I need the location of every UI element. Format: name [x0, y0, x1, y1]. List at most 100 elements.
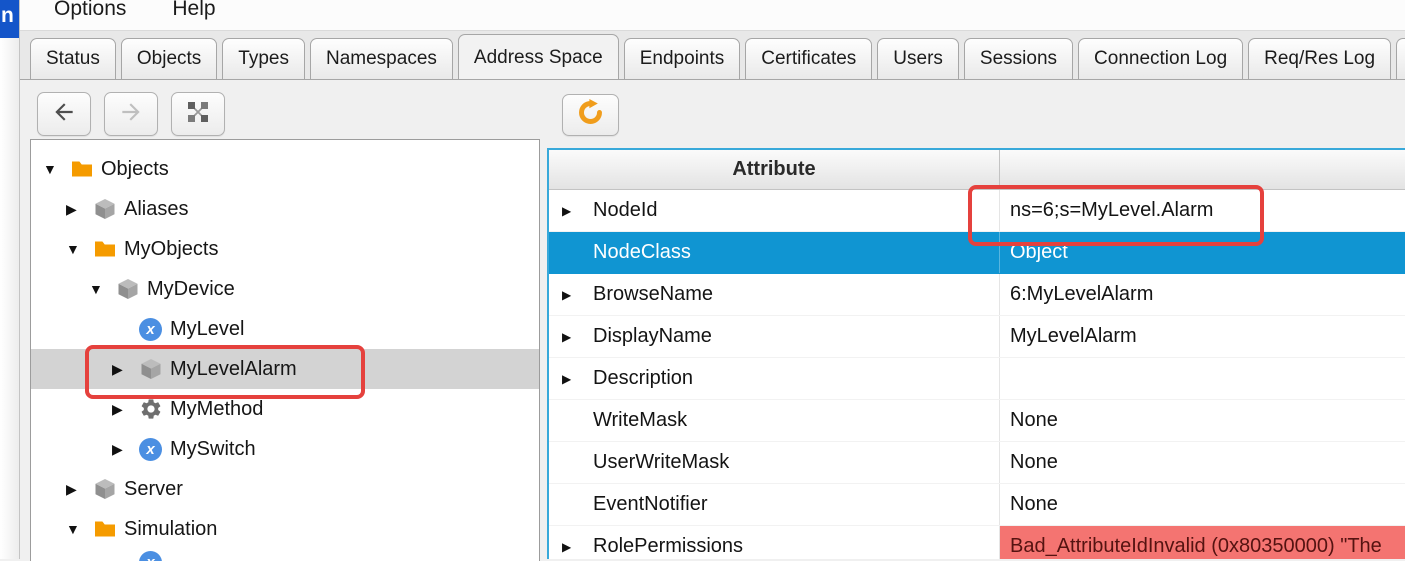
tree-item-mymethod[interactable]: ▶ MyMethod [31, 389, 539, 429]
tab-objects[interactable]: Objects [121, 38, 217, 79]
attributes-toolbar [562, 94, 619, 136]
attribute-value: MyLevelAlarm [1010, 325, 1137, 348]
expander-collapsed-icon[interactable]: ▶ [549, 204, 593, 218]
tree-item-label: Aliases [124, 198, 188, 221]
attribute-name: RolePermissions [593, 535, 743, 558]
attribute-name-cell: NodeClass [549, 232, 1000, 273]
tree-item-partial[interactable]: x [31, 549, 539, 561]
refresh-icon [577, 99, 604, 131]
forward-button[interactable] [104, 92, 158, 136]
expander-collapsed-icon[interactable]: ▶ [66, 201, 93, 218]
tab-users[interactable]: Users [877, 38, 959, 79]
tab-namespaces[interactable]: Namespaces [310, 38, 453, 79]
refresh-button[interactable] [562, 94, 619, 136]
attribute-name: BrowseName [593, 283, 713, 306]
attribute-row-displayname[interactable]: ▶DisplayNameMyLevelAlarm [549, 316, 1405, 358]
expander-collapsed-icon[interactable]: ▶ [549, 330, 593, 344]
attribute-column-header-label: Attribute [732, 158, 815, 181]
tree-item-mylevel[interactable]: xMyLevel [31, 309, 539, 349]
tab-label: Certificates [761, 48, 856, 70]
tree-item-server[interactable]: ▶Server [31, 469, 539, 509]
attribute-value-cell: Bad_AttributeIdInvalid (0x80350000) "The [1000, 526, 1405, 559]
attribute-row-writemask[interactable]: WriteMaskNone [549, 400, 1405, 442]
attribute-name: NodeClass [593, 241, 691, 264]
arrow-right-icon [118, 99, 144, 130]
attribute-row-userwritemask[interactable]: UserWriteMaskNone [549, 442, 1405, 484]
tree-item-aliases[interactable]: ▶ Aliases [31, 189, 539, 229]
tab-status[interactable]: Status [30, 38, 116, 79]
show-references-button[interactable] [171, 92, 225, 136]
tab-types[interactable]: Types [222, 38, 305, 79]
address-space-tree: ▼Objects▶Aliases▼MyObjects▼MyDevicexMyLe… [31, 140, 539, 561]
menu-bar: Options Help [20, 0, 1405, 31]
arrow-left-icon [51, 99, 77, 130]
attribute-row-browsename[interactable]: ▶BrowseName 6:MyLevelAlarm [549, 274, 1405, 316]
attribute-row-eventnotifier[interactable]: EventNotifierNone [549, 484, 1405, 526]
expander-collapsed-icon[interactable]: ▶ [112, 361, 139, 378]
expander-collapsed-icon[interactable]: ▶ [112, 441, 139, 458]
tab-partial[interactable] [1396, 38, 1405, 79]
expander-expanded-icon[interactable]: ▼ [66, 521, 93, 537]
tab-endpoints[interactable]: Endpoints [624, 38, 741, 79]
attribute-row-nodeid[interactable]: ▶NodeId ns=6;s=MyLevel.Alarm [549, 190, 1405, 232]
background-window-strip: n [0, 0, 20, 559]
attribute-row-description[interactable]: ▶Description [549, 358, 1405, 400]
tab-label: Namespaces [326, 48, 437, 70]
tree-item-label: MyLevel [170, 318, 244, 341]
tab-certificates[interactable]: Certificates [745, 38, 872, 79]
attribute-value-cell: None [1000, 484, 1405, 525]
attribute-name-cell: UserWriteMask [549, 442, 1000, 483]
tab-req-res-log[interactable]: Req/Res Log [1248, 38, 1391, 79]
attribute-name: NodeId [593, 199, 658, 222]
tree-item-label: MyDevice [147, 278, 235, 301]
tab-label: Req/Res Log [1264, 48, 1375, 70]
tree-item-simulation[interactable]: ▼Simulation [31, 509, 539, 549]
tab-label: Users [893, 48, 943, 70]
content-area: ▼Objects▶Aliases▼MyObjects▼MyDevicexMyLe… [20, 80, 1405, 559]
expander-collapsed-icon[interactable]: ▶ [549, 372, 593, 386]
attribute-name: UserWriteMask [593, 451, 729, 474]
tree-item-label: MyMethod [170, 398, 263, 421]
tab-connection-log[interactable]: Connection Log [1078, 38, 1243, 79]
attribute-value-cell: Object [1000, 232, 1405, 273]
expander-collapsed-icon[interactable]: ▶ [112, 401, 139, 418]
expander-expanded-icon[interactable]: ▼ [89, 281, 116, 297]
tree-item-myobjects[interactable]: ▼MyObjects [31, 229, 539, 269]
tree-item-myswitch[interactable]: ▶xMySwitch [31, 429, 539, 469]
menu-help[interactable]: Help [172, 0, 215, 23]
attribute-row-rolepermissions[interactable]: ▶RolePermissionsBad_AttributeIdInvalid (… [549, 526, 1405, 559]
tab-sessions[interactable]: Sessions [964, 38, 1073, 79]
back-button[interactable] [37, 92, 91, 136]
tree-item-mylevelalarm[interactable]: ▶MyLevelAlarm [31, 349, 539, 389]
cube-icon [116, 277, 143, 301]
attribute-name-cell: ▶BrowseName [549, 274, 1000, 315]
attribute-value: 6:MyLevelAlarm [1010, 283, 1153, 306]
attribute-name-cell: ▶RolePermissions [549, 526, 1000, 559]
expander-collapsed-icon[interactable]: ▶ [66, 481, 93, 498]
cube-icon [93, 197, 120, 221]
attribute-value: None [1010, 409, 1058, 432]
menu-options[interactable]: Options [54, 0, 126, 23]
value-column-header[interactable] [1000, 150, 1405, 189]
attributes-table-body: ▶NodeIdns=6;s=MyLevel.AlarmNodeClassObje… [549, 190, 1405, 559]
attribute-value-cell: ns=6;s=MyLevel.Alarm [1000, 190, 1405, 231]
attributes-table-header: Attribute [549, 150, 1405, 190]
tree-item-label: MySwitch [170, 438, 256, 461]
expander-collapsed-icon[interactable]: ▶ [549, 288, 593, 302]
expander-collapsed-icon[interactable]: ▶ [549, 540, 593, 554]
tree-item-mydevice[interactable]: ▼ MyDevice [31, 269, 539, 309]
expander-expanded-icon[interactable]: ▼ [43, 161, 70, 177]
cube-icon [139, 357, 166, 381]
attribute-column-header[interactable]: Attribute [549, 150, 1000, 189]
variable-icon: x [139, 438, 166, 461]
attribute-row-nodeclass[interactable]: NodeClass Object [549, 232, 1405, 274]
tree-item-objects[interactable]: ▼Objects [31, 149, 539, 189]
tab-label: Connection Log [1094, 48, 1227, 70]
folder-icon [70, 157, 97, 181]
attribute-name-cell: ▶Description [549, 358, 1000, 399]
gear-icon [139, 397, 166, 421]
expander-expanded-icon[interactable]: ▼ [66, 241, 93, 257]
tab-address-space[interactable]: Address Space [458, 34, 619, 80]
tab-label: Types [238, 48, 289, 70]
background-window-titlebar: n [0, 0, 19, 38]
